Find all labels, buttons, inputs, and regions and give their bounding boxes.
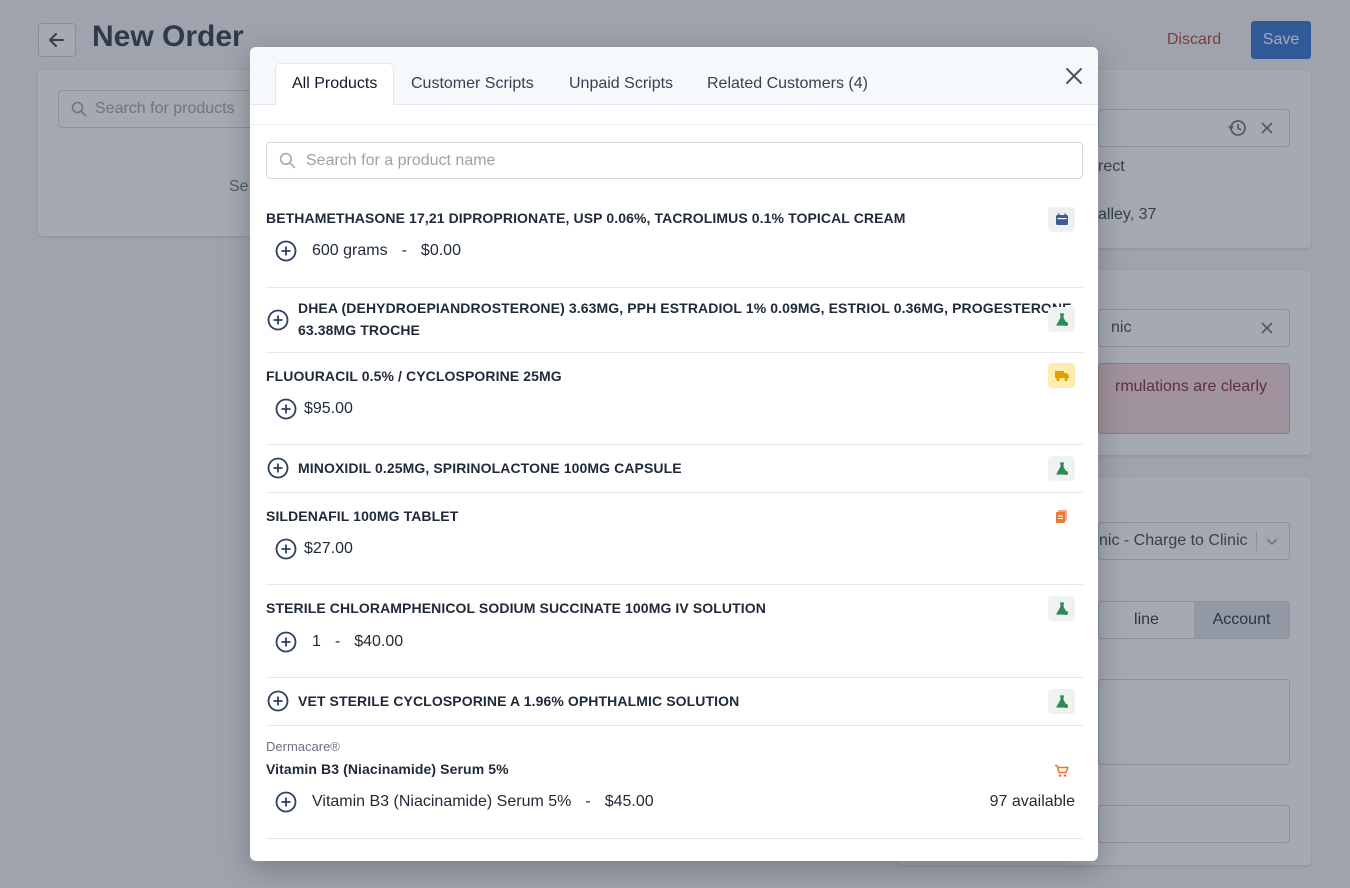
variant-row: $95.00 bbox=[275, 398, 353, 420]
retail-badge bbox=[1048, 758, 1075, 783]
add-circle-icon[interactable] bbox=[275, 240, 297, 262]
separator: - bbox=[334, 633, 341, 650]
add-circle-icon[interactable] bbox=[267, 690, 289, 712]
add-circle-icon[interactable] bbox=[267, 309, 289, 331]
availability-text: 97 available bbox=[989, 793, 1075, 810]
compound-badge bbox=[1048, 456, 1075, 481]
flask-icon bbox=[1055, 694, 1068, 708]
tab-related-customers[interactable]: Related Customers (4) bbox=[691, 63, 884, 105]
add-circle-icon[interactable] bbox=[267, 457, 289, 479]
variant-price: $27.00 bbox=[304, 540, 353, 557]
add-circle-icon[interactable] bbox=[275, 631, 297, 653]
flask-icon bbox=[1055, 461, 1068, 475]
add-circle-icon[interactable] bbox=[275, 791, 297, 813]
product-item: STERILE CHLORAMPHENICOL SODIUM SUCCINATE… bbox=[266, 585, 1083, 678]
product-name-input[interactable] bbox=[306, 151, 1066, 170]
compound-badge bbox=[1048, 689, 1075, 714]
search-icon bbox=[279, 152, 296, 169]
tab-unpaid-scripts[interactable]: Unpaid Scripts bbox=[553, 63, 689, 105]
product-item: BETHAMETHASONE 17,21 DIPROPRIONATE, USP … bbox=[266, 197, 1083, 288]
variant-row: 600 grams - $0.00 bbox=[275, 240, 461, 262]
product-item: Dermacare® Vitamin B3 (Niacinamide) Seru… bbox=[266, 726, 1083, 839]
modal-tab-bar: All Products Customer Scripts Unpaid Scr… bbox=[250, 47, 1098, 105]
product-title: DHEA (DEHYDROEPIANDROSTERONE) 3.63MG, PP… bbox=[298, 300, 1072, 316]
add-circle-icon[interactable] bbox=[275, 538, 297, 560]
variant-row: $27.00 bbox=[275, 538, 353, 560]
variant-row: 1 - $40.00 bbox=[275, 631, 403, 653]
product-item: SILDENAFIL 100MG TABLET $27.00 bbox=[266, 493, 1083, 585]
product-title: STERILE CHLORAMPHENICOL SODIUM SUCCINATE… bbox=[266, 600, 766, 616]
calendar-badge bbox=[1048, 207, 1075, 232]
product-title: Vitamin B3 (Niacinamide) Serum 5% bbox=[266, 761, 509, 777]
brand-label: Dermacare® bbox=[266, 739, 340, 754]
variant-row: Vitamin B3 (Niacinamide) Serum 5% - $45.… bbox=[275, 791, 654, 813]
product-item: DHEA (DEHYDROEPIANDROSTERONE) 3.63MG, PP… bbox=[266, 288, 1083, 353]
add-circle-icon[interactable] bbox=[275, 398, 297, 420]
product-title: FLUOURACIL 0.5% / CYCLOSPORINE 25MG bbox=[266, 368, 562, 384]
product-item: VET STERILE CYCLOSPORINE A 1.96% OPHTHAL… bbox=[266, 678, 1083, 726]
variant-price: $40.00 bbox=[354, 633, 404, 650]
variant-price: $0.00 bbox=[420, 242, 461, 259]
compound-badge bbox=[1048, 307, 1075, 332]
tab-content-divider bbox=[250, 105, 1098, 125]
close-icon bbox=[1066, 68, 1082, 84]
document-badge bbox=[1048, 504, 1075, 529]
product-title-continued: 63.38MG TROCHE bbox=[298, 322, 420, 338]
flask-icon bbox=[1055, 312, 1068, 326]
product-title: SILDENAFIL 100MG TABLET bbox=[266, 508, 459, 524]
flask-icon bbox=[1055, 601, 1068, 615]
variant-size: Vitamin B3 (Niacinamide) Serum 5% bbox=[312, 793, 572, 810]
variant-size: 600 grams bbox=[312, 242, 388, 259]
product-item: MINOXIDIL 0.25MG, SPIRINOLACTONE 100MG C… bbox=[266, 445, 1083, 493]
product-title: MINOXIDIL 0.25MG, SPIRINOLACTONE 100MG C… bbox=[298, 460, 682, 476]
calendar-icon bbox=[1055, 213, 1068, 225]
variant-price: $95.00 bbox=[304, 400, 353, 417]
cart-icon bbox=[1055, 764, 1069, 777]
separator: - bbox=[401, 242, 407, 259]
truck-icon bbox=[1054, 371, 1069, 382]
variant-price: $45.00 bbox=[604, 793, 654, 810]
close-button[interactable] bbox=[1061, 63, 1087, 89]
product-title: BETHAMETHASONE 17,21 DIPROPRIONATE, USP … bbox=[266, 210, 906, 226]
tab-customer-scripts[interactable]: Customer Scripts bbox=[395, 63, 550, 105]
product-item: FLUOURACIL 0.5% / CYCLOSPORINE 25MG $95.… bbox=[266, 353, 1083, 445]
document-icon bbox=[1056, 510, 1067, 523]
separator: - bbox=[585, 793, 591, 810]
product-name-search[interactable] bbox=[266, 142, 1083, 179]
shipping-badge bbox=[1048, 363, 1075, 388]
product-picker-modal: All Products Customer Scripts Unpaid Scr… bbox=[250, 47, 1098, 861]
compound-badge bbox=[1048, 596, 1075, 621]
product-title: VET STERILE CYCLOSPORINE A 1.96% OPHTHAL… bbox=[298, 693, 740, 709]
tab-all-products[interactable]: All Products bbox=[275, 63, 395, 105]
variant-size: 1 bbox=[312, 633, 321, 650]
